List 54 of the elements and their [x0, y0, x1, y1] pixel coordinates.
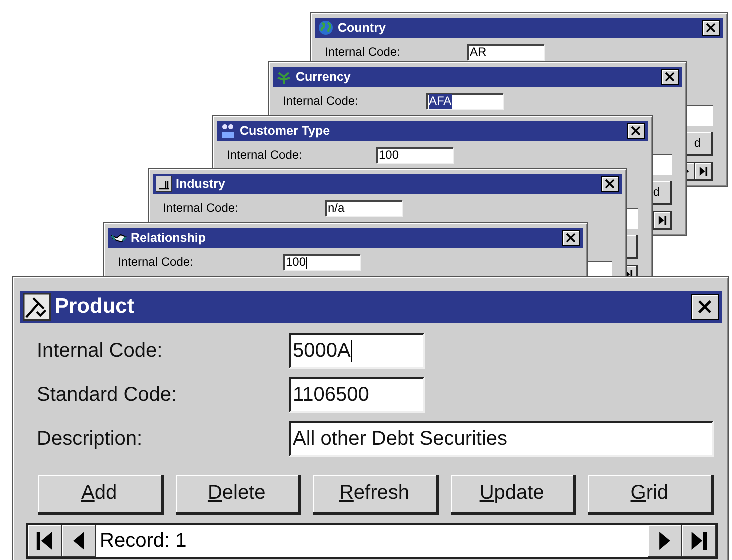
field-label: Internal Code:	[36, 340, 164, 362]
input-field[interactable]: 1106500	[289, 377, 425, 413]
first-button[interactable]	[28, 525, 62, 557]
action-button[interactable]: Add	[38, 475, 164, 515]
close-button[interactable]	[627, 123, 645, 139]
close-button[interactable]	[702, 20, 720, 36]
first-record-icon	[36, 532, 54, 550]
window-title: Product	[55, 295, 136, 319]
field-label: Internal Code:	[283, 94, 360, 108]
people-icon	[220, 123, 236, 139]
last-record-icon	[690, 532, 708, 550]
field-label: Standard Code:	[36, 384, 178, 406]
previous-button[interactable]	[62, 525, 96, 557]
last-button[interactable]	[682, 525, 716, 557]
input-field[interactable]: 100	[283, 254, 361, 270]
last-button[interactable]	[654, 212, 671, 229]
last-record-icon	[658, 216, 666, 224]
field-label: Internal Code:	[118, 255, 194, 269]
input-field[interactable]: All other Debt Securities	[289, 421, 714, 457]
action-button[interactable]: Grid	[588, 475, 714, 515]
window-title: Customer Type	[240, 124, 332, 138]
last-button[interactable]	[695, 163, 712, 180]
close-icon	[698, 300, 712, 314]
field-label: Description:	[36, 428, 144, 450]
field-label: Internal Code:	[325, 45, 402, 59]
next-button[interactable]	[648, 525, 682, 557]
close-button[interactable]	[601, 176, 619, 192]
input-field[interactable]: n/a	[325, 200, 403, 216]
input-field[interactable]: 100	[376, 146, 454, 164]
factory-icon	[156, 176, 172, 192]
record-indicator: Record: 1	[99, 528, 188, 554]
close-button[interactable]	[661, 69, 679, 85]
close-icon	[631, 126, 641, 136]
field-label: Internal Code:	[163, 201, 240, 215]
action-button[interactable]: Delete	[176, 475, 302, 515]
last-record-icon	[698, 166, 708, 176]
input-field[interactable]: AFA	[426, 92, 504, 110]
close-button[interactable]	[562, 230, 580, 246]
action-button[interactable]: Refresh	[313, 475, 439, 515]
window-title: Relationship	[131, 231, 208, 245]
input-field[interactable]: 5000A	[289, 333, 425, 369]
window-title: Country	[338, 21, 387, 35]
close-icon	[566, 233, 576, 243]
field-label: Internal Code:	[227, 148, 304, 162]
close-button[interactable]	[691, 294, 719, 320]
globe-icon	[318, 20, 334, 36]
action-button[interactable]: Update	[450, 475, 576, 515]
hammer-icon	[23, 293, 51, 321]
window-title: Currency	[296, 70, 352, 84]
input-field[interactable]: AR	[467, 44, 545, 60]
close-icon	[665, 72, 675, 82]
close-icon	[706, 23, 716, 33]
close-icon	[605, 179, 615, 189]
window-title: Industry	[176, 177, 226, 191]
